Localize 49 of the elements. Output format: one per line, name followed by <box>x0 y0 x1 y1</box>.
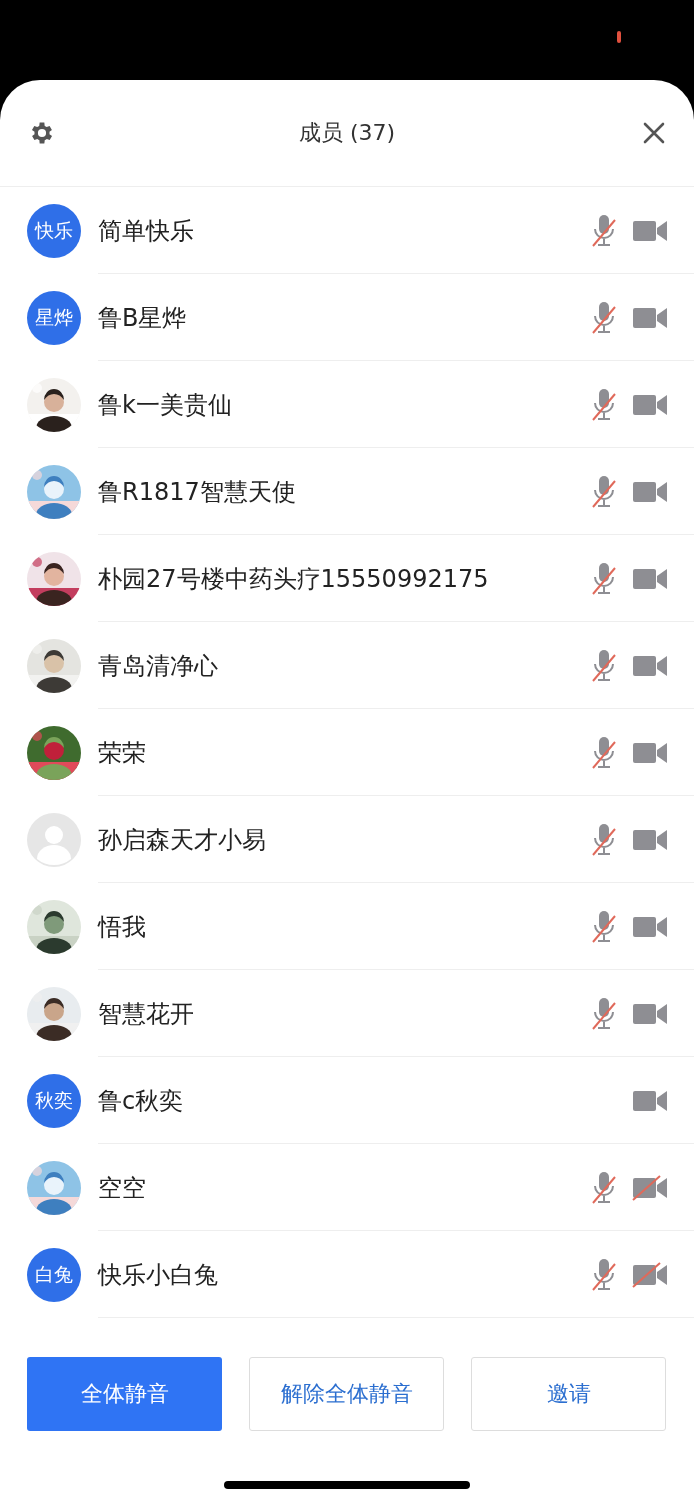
video-camera-icon[interactable] <box>632 1001 668 1026</box>
muted-microphone-icon[interactable] <box>591 387 617 422</box>
default-avatar-icon <box>27 812 81 867</box>
video-camera-icon[interactable] <box>632 914 668 939</box>
video-camera-icon[interactable] <box>632 1088 668 1113</box>
muted-microphone-icon[interactable] <box>591 474 617 509</box>
muted-microphone-icon[interactable] <box>591 648 617 683</box>
panel-title: 成员 (37) <box>298 119 396 147</box>
video-camera-icon[interactable] <box>632 479 668 504</box>
member-name: 鲁B星烨 <box>98 302 188 334</box>
muted-microphone-icon[interactable] <box>591 1170 617 1205</box>
muted-microphone-icon[interactable] <box>591 1257 617 1292</box>
video-camera-icon[interactable] <box>632 566 668 591</box>
video-camera-icon[interactable] <box>632 740 668 765</box>
member-name: 鲁c秋奕 <box>98 1085 185 1117</box>
video-off-icon[interactable] <box>632 1174 668 1201</box>
recording-indicator-icon <box>617 31 621 43</box>
member-name: 朴园27号楼中药头疗15550992175 <box>98 563 490 595</box>
muted-microphone-icon[interactable] <box>591 822 617 857</box>
video-camera-icon[interactable] <box>632 305 668 330</box>
action-button[interactable]: 全体静音 <box>27 1357 222 1431</box>
muted-microphone-icon[interactable] <box>591 561 617 596</box>
member-name: 孙启森天才小易 <box>98 824 267 856</box>
avatar: 星烨 <box>27 290 81 345</box>
muted-microphone-icon[interactable] <box>591 909 617 944</box>
member-name: 空空 <box>98 1172 147 1204</box>
video-camera-icon[interactable] <box>632 653 668 678</box>
muted-microphone-icon[interactable] <box>591 300 617 335</box>
avatar: 快乐 <box>27 203 81 258</box>
avatar: 白兔 <box>27 1247 81 1302</box>
member-name: 鲁R1817智慧天使 <box>98 476 297 508</box>
member-name: 青岛清净心 <box>98 650 219 682</box>
video-camera-icon[interactable] <box>632 827 668 852</box>
muted-microphone-icon[interactable] <box>591 213 617 248</box>
video-camera-icon[interactable] <box>632 218 668 243</box>
action-button[interactable]: 解除全体静音 <box>249 1357 444 1431</box>
muted-microphone-icon[interactable] <box>591 735 617 770</box>
muted-microphone-icon[interactable] <box>591 996 617 1031</box>
member-name: 荣荣 <box>98 737 147 769</box>
video-camera-icon[interactable] <box>632 392 668 417</box>
member-name: 快乐小白兔 <box>98 1259 219 1291</box>
member-name: 智慧花开 <box>98 998 195 1030</box>
action-button[interactable]: 邀请 <box>471 1357 666 1431</box>
member-name: 鲁k一美贵仙 <box>98 389 233 421</box>
member-name: 悟我 <box>98 911 147 943</box>
close-icon[interactable] <box>642 121 666 145</box>
member-name: 简单快乐 <box>98 215 195 247</box>
avatar: 秋奕 <box>27 1073 81 1128</box>
video-off-icon[interactable] <box>632 1261 668 1288</box>
